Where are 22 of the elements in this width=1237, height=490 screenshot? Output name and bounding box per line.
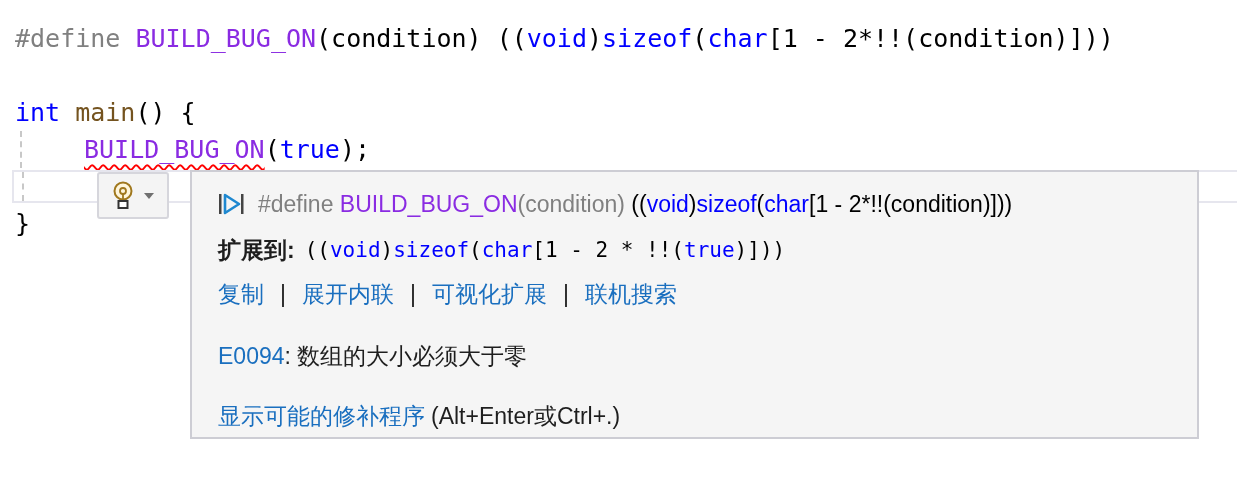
caret-icon (144, 192, 154, 199)
action-link[interactable]: 复制 (218, 278, 264, 310)
action-link[interactable]: 可视化扩展 (431, 278, 547, 310)
code-line: int main() { (15, 97, 196, 129)
link-separator: | (410, 280, 416, 308)
link-separator: | (562, 280, 569, 308)
action-link[interactable]: 展开内联 (302, 278, 394, 310)
lightbulb-icon (112, 180, 134, 211)
code-line: #define BUILD_BUG_ON(condition) ((void)sizeof(char[1 - 2*!!(condition)])) (15, 23, 1114, 55)
action-link[interactable]: 联机搜索 (584, 278, 677, 310)
link-separator: | (280, 280, 286, 308)
error-code-link[interactable]: E0094 (218, 342, 285, 370)
error-message: : 数组的大小必须大于零 (284, 341, 528, 371)
macro-definition: #define BUILD_BUG_ON(condition) ((void)sizeof(char[1 - 2*!!(condition)])) (258, 190, 1013, 218)
macro-icon (218, 192, 246, 216)
quick-actions-button[interactable] (97, 172, 169, 219)
code-line: } (15, 208, 31, 240)
show-fixes-link[interactable]: 显示可能的修补程序 (218, 400, 425, 432)
expansion-label: 扩展到: (218, 235, 295, 265)
code-line: BUILD_BUG_ON(true); (84, 134, 370, 166)
shortcut-hint: (Alt+Enter或Ctrl+.) (431, 401, 621, 431)
macro-expansion: ((void)sizeof(char[1 - 2 * !!(true)])) (304, 238, 786, 262)
